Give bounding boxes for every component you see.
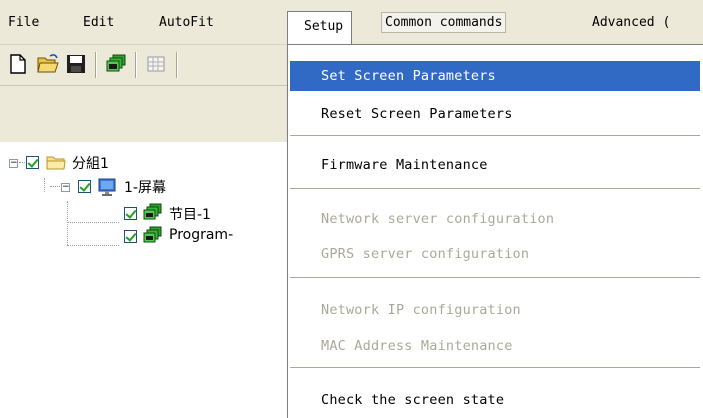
monitor-icon (98, 178, 116, 196)
folder-icon (46, 156, 66, 170)
new-file-icon[interactable] (7, 53, 29, 75)
tree-item-program-2[interactable]: Program- (0, 225, 290, 247)
tree-label-group: 分組1 (72, 156, 109, 172)
tree-label-screen: 1-屏幕 (124, 180, 166, 196)
panel-header-strip (0, 86, 290, 142)
tree-item-group[interactable]: − 分組1 (0, 152, 290, 174)
menu-item-network-ip-configuration: Network IP configuration (321, 302, 521, 318)
grid-table-icon[interactable] (145, 53, 167, 75)
toolbar-separator (95, 52, 97, 78)
menu-autofit[interactable]: AutoFit (159, 13, 214, 33)
setup-dropdown-menu: Set Screen Parameters Reset Screen Param… (287, 44, 703, 418)
menu-separator (290, 135, 700, 136)
tree-label-program-1: 节目-1 (169, 207, 211, 223)
menu-item-firmware-maintenance[interactable]: Firmware Maintenance (290, 150, 700, 180)
program-icon (143, 203, 162, 220)
toolbar (0, 45, 290, 85)
collapse-icon[interactable]: − (61, 183, 70, 192)
menu-edit[interactable]: Edit (83, 13, 114, 33)
open-folder-icon[interactable] (37, 53, 59, 75)
program-stack-icon[interactable] (105, 53, 127, 75)
program-2-checkbox[interactable] (124, 230, 137, 243)
menu-common-commands[interactable]: Common commands (381, 12, 507, 33)
menu-separator (290, 277, 700, 278)
menu-item-set-screen-parameters[interactable]: Set Screen Parameters (290, 61, 700, 91)
menu-advanced[interactable]: Advanced ( (592, 13, 670, 33)
program-tree: − 分組1 − 1-屏幕 节目-1 Program- (0, 85, 292, 418)
program-icon (143, 226, 162, 243)
tree-label-program-2: Program- (169, 227, 234, 243)
menu-item-mac-address-maintenance: MAC Address Maintenance (321, 338, 513, 354)
toolbar-separator (135, 52, 137, 78)
menu-item-reset-screen-parameters[interactable]: Reset Screen Parameters (290, 99, 700, 129)
menu-item-check-screen-state[interactable]: Check the screen state (290, 385, 700, 415)
tree-item-screen[interactable]: − 1-屏幕 (0, 176, 290, 198)
program-1-checkbox[interactable] (124, 207, 137, 220)
menu-setup[interactable]: Setup (287, 11, 353, 44)
menu-separator (290, 367, 700, 368)
toolbar-separator (176, 52, 178, 78)
menu-item-network-server-configuration: Network server configuration (321, 211, 555, 227)
screen-checkbox[interactable] (78, 180, 91, 193)
menu-bar: File Edit AutoFit Setup Common commands … (0, 0, 703, 45)
save-disk-icon[interactable] (65, 53, 87, 75)
menu-separator (290, 188, 700, 189)
menu-file[interactable]: File (8, 13, 39, 33)
group-checkbox[interactable] (26, 156, 39, 169)
menu-item-gprs-server-configuration: GPRS server configuration (321, 246, 530, 262)
collapse-icon[interactable]: − (9, 159, 18, 168)
tree-item-program-1[interactable]: 节目-1 (0, 202, 290, 224)
